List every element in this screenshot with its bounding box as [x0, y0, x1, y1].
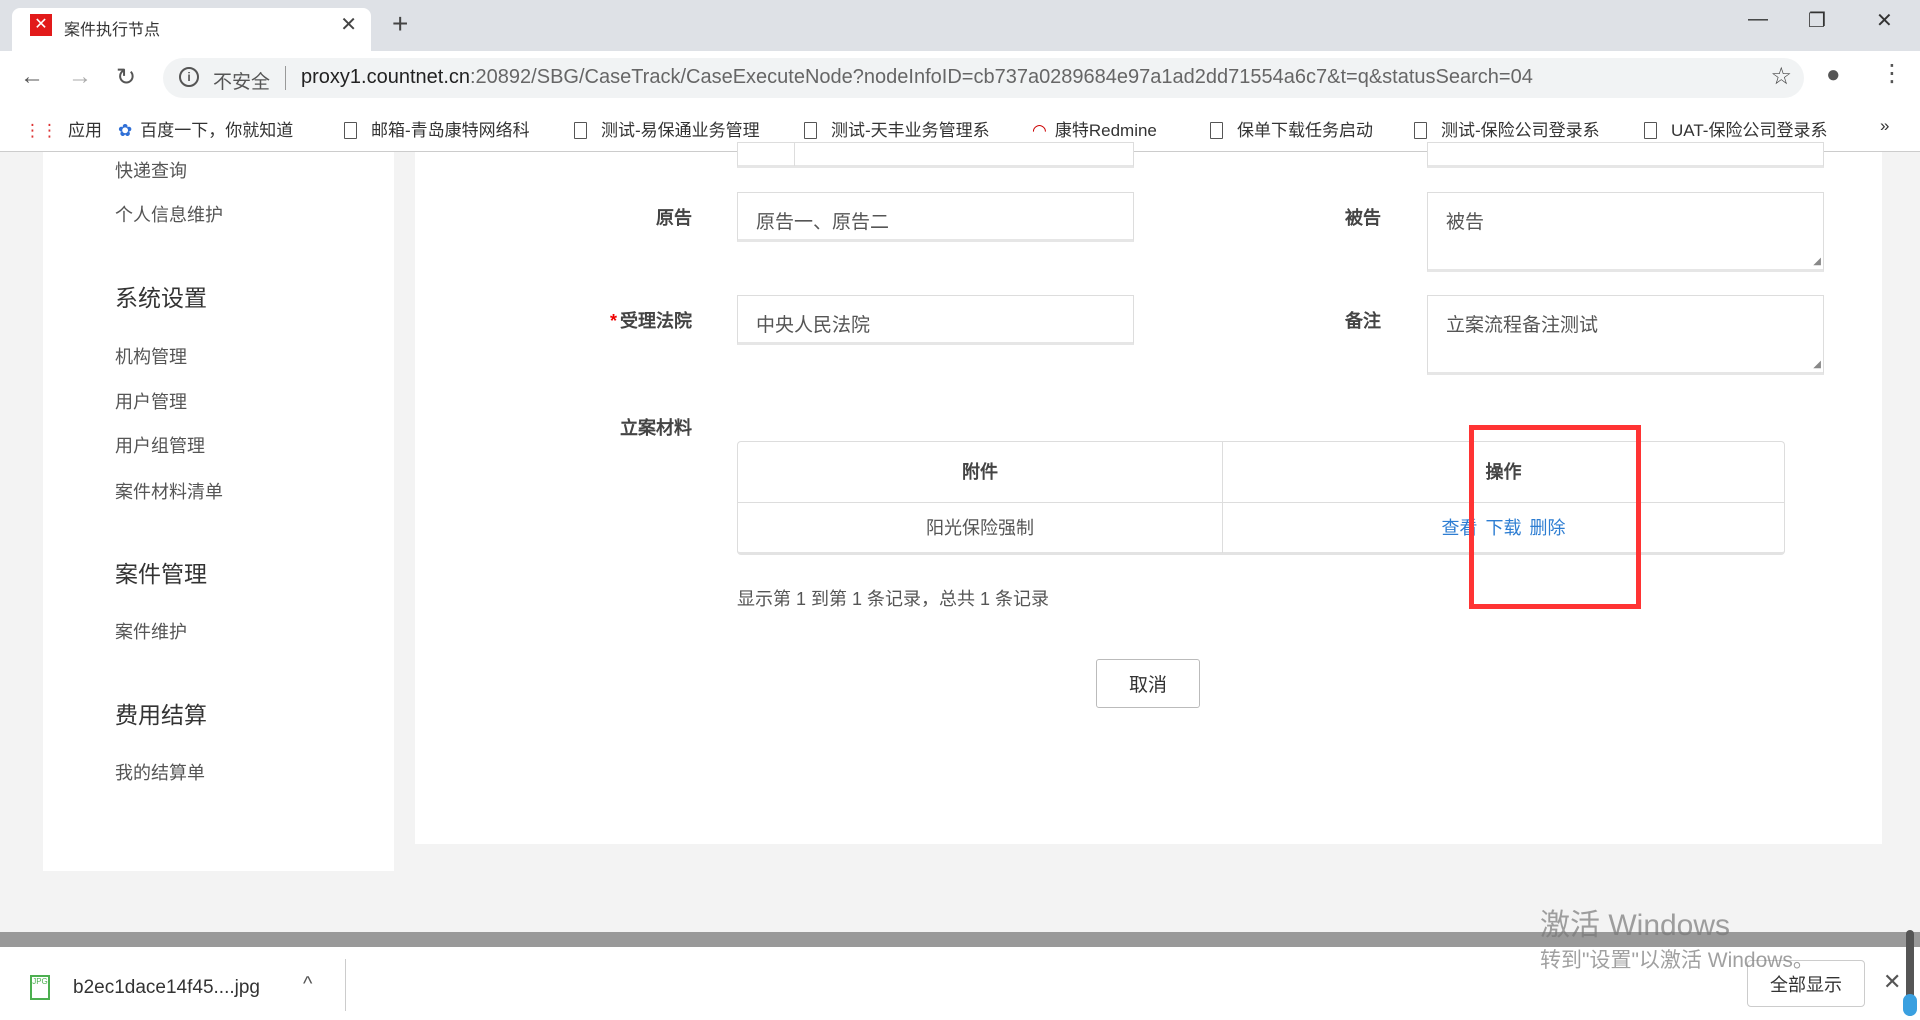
insecure-label: 不安全: [213, 72, 271, 93]
resize-handle-icon[interactable]: ◢: [1813, 359, 1821, 370]
sidebar-item-case-maintain[interactable]: 案件维护: [115, 618, 187, 644]
required-mark: *: [609, 311, 617, 331]
partial-input[interactable]: [1427, 142, 1824, 168]
page-icon: [344, 122, 357, 139]
sidebar-section-title: 案件管理: [115, 561, 207, 587]
browser-tab[interactable]: ✕ 案件执行节点 ✕: [12, 8, 371, 51]
bookmark-star-icon[interactable]: ☆: [1770, 62, 1792, 91]
page-icon: [1644, 122, 1657, 139]
profile-icon[interactable]: ●: [1826, 61, 1841, 89]
plaintiff-label: 原告: [656, 208, 692, 228]
sidebar-item-materials[interactable]: 案件材料清单: [115, 478, 223, 504]
court-label-text: 受理法院: [620, 311, 692, 331]
bookmark-label: 百度一下，你就知道: [140, 121, 294, 140]
close-tab-icon[interactable]: ✕: [340, 12, 357, 37]
column-header-attachment: 附件: [738, 442, 1223, 503]
bookmark-label: 测试-保险公司登录系: [1441, 121, 1600, 140]
defendant-textarea[interactable]: 被告 ◢: [1427, 192, 1824, 272]
sidebar-section-title: 费用结算: [115, 702, 207, 728]
partial-input[interactable]: [737, 142, 1134, 168]
bookmark-label: 应用: [68, 121, 102, 140]
remark-textarea[interactable]: 立案流程备注测试 ◢: [1427, 295, 1824, 375]
materials-label: 立案材料: [620, 418, 692, 438]
url-path: :20892/SBG/CaseTrack/CaseExecuteNode?nod…: [470, 66, 1533, 88]
resize-handle-icon[interactable]: ◢: [1813, 256, 1821, 267]
sidebar-item-express[interactable]: 快递查询: [115, 157, 187, 183]
baidu-paw-icon: ✿: [118, 121, 133, 140]
thermometer-gadget-icon: [1903, 930, 1917, 1016]
image-file-icon: JPG: [30, 975, 50, 1000]
court-input[interactable]: 中央人民法院: [737, 295, 1134, 345]
sidebar-section-title: 系统设置: [115, 285, 207, 311]
bookmark-label: 测试-易保通业务管理: [601, 121, 760, 140]
bookmark-item[interactable]: 测试-保险公司登录系: [1414, 116, 1600, 141]
apps-grid-icon: ⋮⋮: [24, 121, 58, 140]
bookmark-item[interactable]: UAT-保险公司登录系: [1644, 116, 1827, 141]
tab-title: 案件执行节点: [64, 22, 161, 39]
sidebar: 快递查询 个人信息维护 系统设置 机构管理 用户管理 用户组管理 案件材料清单 …: [43, 152, 394, 871]
minimize-button[interactable]: —: [1748, 8, 1768, 31]
page-icon: [1414, 122, 1427, 139]
restore-button[interactable]: ❐: [1808, 8, 1826, 33]
url-text[interactable]: proxy1.countnet.cn:20892/SBG/CaseTrack/C…: [301, 66, 1533, 89]
forward-icon[interactable]: →: [68, 63, 92, 91]
redmine-icon: ◠: [1032, 121, 1047, 140]
court-label: * 受理法院: [492, 307, 692, 333]
tab-bar: ✕ 案件执行节点 ✕ + — ❐ ✕: [0, 0, 1920, 51]
new-tab-button[interactable]: +: [392, 8, 408, 40]
highlight-annotation-box: [1469, 425, 1641, 609]
bookmark-redmine[interactable]: ◠ 康特Redmine: [1032, 116, 1157, 141]
windows-activation-watermark: 激活 Windows: [1540, 909, 1731, 942]
close-window-button[interactable]: ✕: [1876, 8, 1893, 33]
sidebar-item-user-groups[interactable]: 用户组管理: [115, 432, 205, 458]
windows-activation-hint: 转到"设置"以激活 Windows。: [1540, 949, 1814, 972]
sidebar-item-profile[interactable]: 个人信息维护: [115, 201, 223, 227]
main-panel: 原告 原告一、原告二 被告 被告 ◢ * 受理法院 中央人民法院 备注 立案流程备注…: [415, 142, 1882, 844]
page-icon: [574, 122, 587, 139]
chevron-up-icon[interactable]: ^: [303, 973, 312, 996]
bookmark-label: UAT-保险公司登录系: [1671, 121, 1828, 140]
table-cell-attachment: 阳光保险强制: [738, 503, 1223, 553]
remark-value: 立案流程备注测试: [1446, 315, 1599, 336]
bookmark-label: 康特Redmine: [1054, 121, 1157, 140]
download-filename[interactable]: b2ec1dace14f45....jpg: [73, 977, 260, 999]
divider: [345, 959, 346, 1011]
page-icon: [804, 122, 817, 139]
pagination-info: 显示第 1 到第 1 条记录，总共 1 条记录: [737, 589, 1050, 609]
url-host: proxy1.countnet.cn: [301, 66, 470, 88]
close-download-bar-icon[interactable]: ✕: [1883, 969, 1901, 995]
bookmark-item[interactable]: 测试-天丰业务管理系: [804, 116, 990, 141]
sidebar-item-users[interactable]: 用户管理: [115, 388, 187, 414]
bookmark-apps[interactable]: ⋮⋮ 应用: [24, 116, 102, 141]
defendant-label: 被告: [1345, 208, 1381, 228]
bookmark-baidu[interactable]: ✿ 百度一下，你就知道: [118, 116, 293, 141]
cancel-button[interactable]: 取消: [1096, 659, 1200, 708]
back-icon[interactable]: ←: [20, 63, 44, 91]
more-bookmarks-icon[interactable]: »: [1880, 116, 1889, 136]
site-favicon-icon: ✕: [30, 14, 52, 36]
remark-label: 备注: [1345, 311, 1381, 331]
info-icon[interactable]: i: [179, 67, 199, 87]
bookmark-label: 保单下载任务启动: [1237, 121, 1373, 140]
page-icon: [1210, 122, 1223, 139]
bookmark-item[interactable]: 保单下载任务启动: [1210, 116, 1373, 141]
divider: [285, 66, 286, 90]
defendant-value: 被告: [1446, 212, 1485, 233]
bookmark-label: 测试-天丰业务管理系: [831, 121, 990, 140]
bookmark-label: 邮箱-青岛康特网络科: [371, 121, 530, 140]
bookmark-item[interactable]: 测试-易保通业务管理: [574, 116, 760, 141]
toolbar: ← → ↻ i 不安全 proxy1.countnet.cn:20892/SBG…: [0, 51, 1920, 103]
plaintiff-input[interactable]: 原告一、原告二: [737, 192, 1134, 242]
sidebar-item-statements[interactable]: 我的结算单: [115, 759, 205, 785]
address-bar[interactable]: i 不安全 proxy1.countnet.cn:20892/SBG/CaseT…: [163, 58, 1804, 98]
sidebar-item-org[interactable]: 机构管理: [115, 343, 187, 369]
menu-icon[interactable]: ⋮: [1880, 59, 1904, 88]
bookmark-item[interactable]: 邮箱-青岛康特网络科: [344, 116, 530, 141]
reload-icon[interactable]: ↻: [116, 63, 136, 92]
